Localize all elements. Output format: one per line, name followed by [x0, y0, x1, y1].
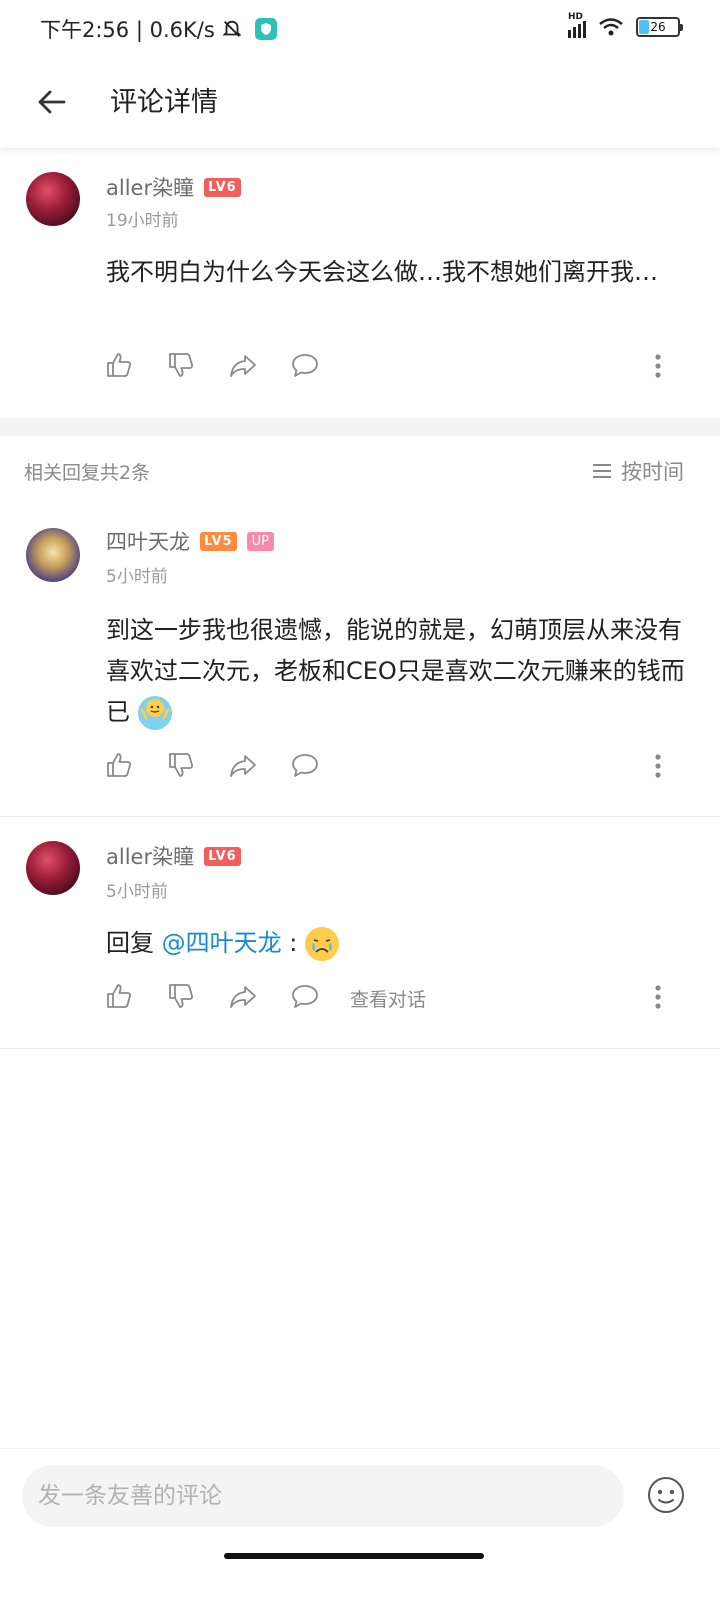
thumbs-up-icon [107, 753, 132, 777]
status-left: 下午2:56 | 0.6K/s [40, 14, 277, 44]
thumbs-down-icon [169, 984, 194, 1008]
dislike-button[interactable] [166, 981, 198, 1013]
username: aller染瞳 [106, 176, 195, 200]
level-badge: LV6 [204, 177, 241, 197]
more-vertical-icon [655, 985, 661, 1009]
share-icon [230, 755, 256, 777]
comment-author[interactable]: aller染瞳 LV6 [106, 841, 241, 871]
divider [0, 1048, 720, 1049]
network-label: HD [568, 12, 584, 22]
username: 四叶天龙 [106, 530, 190, 554]
menu-icon [593, 464, 611, 478]
comment-actions [104, 350, 684, 386]
reply-prefix: 回复 [106, 929, 162, 957]
share-button[interactable] [228, 350, 260, 382]
signal-icon: HD [568, 12, 586, 38]
share-icon [230, 355, 256, 377]
comment-author[interactable]: 四叶天龙 LV5 UP [106, 526, 274, 556]
like-button[interactable] [104, 981, 136, 1013]
reply-item: aller染瞳 LV6 5小时前 回复 @四叶天龙 : 查看对话 [0, 817, 720, 1047]
comment-text: 回复 @四叶天龙 : [106, 923, 696, 964]
up-badge: UP [246, 531, 274, 551]
replies-count: 相关回复共2条 [24, 462, 151, 484]
more-options-button[interactable] [652, 983, 664, 1011]
avatar[interactable] [26, 841, 80, 895]
avatar[interactable] [26, 528, 80, 582]
thumbs-down-icon [169, 353, 194, 377]
comment-actions: 查看对话 [104, 981, 684, 1017]
comment-time: 5小时前 [106, 567, 168, 587]
comment-author[interactable]: aller染瞳 LV6 [106, 172, 241, 202]
emoji-button[interactable] [646, 1475, 686, 1515]
back-button[interactable] [28, 78, 76, 126]
crying-emoji-icon [305, 927, 339, 961]
reply-suffix: : [281, 929, 298, 957]
wifi-icon [599, 18, 623, 36]
status-bar: 下午2:56 | 0.6K/s HD 26 [0, 0, 720, 56]
comment-time: 19小时前 [106, 211, 179, 231]
reply-button[interactable] [290, 750, 322, 782]
chat-bubble-icon [292, 985, 318, 1008]
bell-muted-icon [222, 20, 242, 37]
shield-app-icon [254, 18, 277, 40]
comment-text: 我不明白为什么今天会这么做…我不想她们离开我… [106, 258, 658, 286]
section-divider [0, 418, 720, 436]
shrug-emoji-icon [137, 696, 172, 730]
dislike-button[interactable] [166, 350, 198, 382]
comment-input[interactable]: 发一条友善的评论 [22, 1465, 624, 1527]
like-button[interactable] [104, 750, 136, 782]
status-right: HD 26 [568, 12, 683, 38]
comment-composer: 发一条友善的评论 [0, 1448, 720, 1600]
battery-icon: 26 [636, 17, 683, 37]
main-comment: aller染瞳 LV6 19小时前 我不明白为什么今天会这么做…我不想她们离开我… [0, 148, 720, 418]
home-indicator [224, 1553, 484, 1559]
mention-link[interactable]: @四叶天龙 [162, 929, 282, 957]
dislike-button[interactable] [166, 750, 198, 782]
battery-level: 26 [650, 20, 666, 34]
arrow-left-icon [38, 90, 66, 114]
more-vertical-icon [655, 754, 661, 778]
view-conversation-link[interactable]: 查看对话 [350, 985, 426, 1012]
reply-button[interactable] [290, 981, 322, 1013]
share-icon [230, 986, 256, 1008]
avatar[interactable] [26, 172, 80, 226]
level-badge: LV6 [204, 846, 241, 866]
status-time-speed: 下午2:56 | 0.6K/s [40, 18, 215, 42]
comment-text-content: 到这一步我也很遗憾，能说的就是，幻萌顶层从来没有喜欢过二次元，老板和CEO只是喜… [106, 616, 685, 726]
share-button[interactable] [228, 981, 260, 1013]
comment-time: 5小时前 [106, 882, 168, 902]
sort-label: 按时间 [621, 460, 684, 484]
level-badge: LV5 [200, 531, 237, 551]
more-vertical-icon [655, 354, 661, 378]
reply-button[interactable] [290, 350, 322, 382]
thumbs-down-icon [169, 753, 194, 777]
comment-actions [104, 750, 684, 786]
chat-bubble-icon [292, 754, 318, 777]
username: aller染瞳 [106, 845, 195, 869]
thumbs-up-icon [107, 353, 132, 377]
smiley-icon [648, 1477, 684, 1513]
sort-button[interactable]: 按时间 [591, 456, 684, 486]
more-options-button[interactable] [652, 352, 664, 380]
thumbs-up-icon [107, 984, 132, 1008]
more-options-button[interactable] [652, 752, 664, 780]
like-button[interactable] [104, 350, 136, 382]
replies-header: 相关回复共2条 按时间 [0, 436, 720, 504]
chat-bubble-icon [292, 354, 318, 377]
comment-text: 到这一步我也很遗憾，能说的就是，幻萌顶层从来没有喜欢过二次元，老板和CEO只是喜… [106, 610, 696, 733]
app-header: 评论详情 [0, 56, 720, 148]
page-title: 评论详情 [110, 87, 218, 118]
share-button[interactable] [228, 750, 260, 782]
reply-item: 四叶天龙 LV5 UP 5小时前 到这一步我也很遗憾，能说的就是，幻萌顶层从来没… [0, 504, 720, 816]
